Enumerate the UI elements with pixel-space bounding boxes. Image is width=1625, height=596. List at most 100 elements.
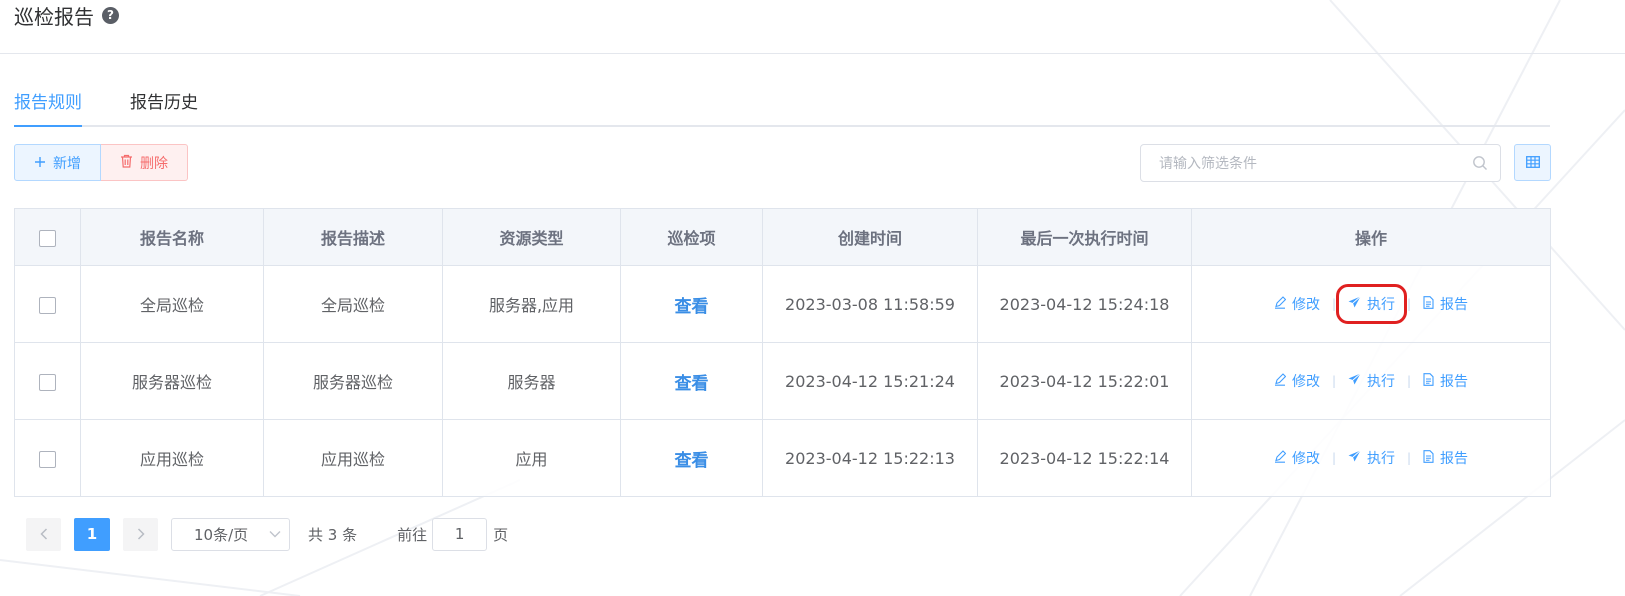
row-select-cell (14, 342, 81, 420)
table-header-row: 报告名称 报告描述 资源类型 巡检项 创建时间 最后一次执行时间 操作 (14, 208, 1551, 266)
report-name-cell: 服务器巡检 (80, 342, 264, 420)
last-run-time-cell: 2023-04-12 15:22:01 (977, 342, 1192, 420)
page-size-value: 10条/页 (194, 525, 249, 544)
column-header: 报告描述 (263, 208, 443, 266)
created-time-cell: 2023-04-12 15:22:13 (762, 419, 978, 497)
row-checkbox[interactable] (39, 296, 56, 314)
report-button[interactable]: 报告 (1421, 448, 1470, 468)
view-items-link[interactable]: 查看 (675, 451, 709, 471)
op-label: 报告 (1440, 297, 1469, 313)
created-time-cell: 2023-04-12 15:21:24 (762, 342, 978, 420)
edit-icon (1274, 295, 1292, 313)
send-icon (1348, 373, 1367, 389)
chevron-left-icon (39, 528, 47, 540)
report-name-cell: 应用巡检 (80, 419, 264, 497)
plus-icon (34, 154, 46, 172)
chevron-down-icon (269, 531, 281, 538)
report-button[interactable]: 报告 (1421, 371, 1470, 391)
goto-unit: 页 (493, 525, 509, 544)
last-run-time-cell: 2023-04-12 15:24:18 (977, 265, 1192, 343)
row-select-cell (14, 265, 81, 343)
select-all-checkbox[interactable] (39, 229, 56, 247)
actions-cell: 修改 | 执行 | 报告 (1191, 342, 1551, 420)
column-header: 报告名称 (80, 208, 264, 266)
resource-type-cell: 服务器 (442, 342, 621, 420)
row-actions: 修改 | 执行 | 报告 (1192, 284, 1550, 324)
view-items-link[interactable]: 查看 (675, 374, 709, 394)
document-icon (1423, 295, 1440, 313)
created-time-cell: 2023-03-08 11:58:59 (762, 265, 978, 343)
tab-underline (14, 125, 1550, 127)
send-icon (1348, 296, 1367, 312)
question-circle-icon[interactable]: ? (102, 6, 119, 24)
view-items-link[interactable]: 查看 (675, 297, 709, 317)
page-number-button[interactable]: 1 (74, 517, 110, 551)
table-row: 应用巡检 应用巡检 应用 查看 2023-04-12 15:22:13 2023-04-1… (14, 419, 1551, 497)
column-header: 资源类型 (442, 208, 621, 266)
op-separator: | (1331, 297, 1336, 311)
last-run-time-cell: 2023-04-12 15:22:14 (977, 419, 1192, 497)
search-input[interactable] (1141, 145, 1461, 183)
report-rules-table: 报告名称 报告描述 资源类型 巡检项 创建时间 最后一次执行时间 操作 全局巡检… (14, 208, 1551, 497)
add-button-label: 新增 (53, 155, 81, 172)
report-desc-cell: 应用巡检 (263, 419, 443, 497)
op-label: 执行 (1367, 451, 1395, 467)
add-button[interactable]: 新增 (14, 144, 101, 181)
execute-button[interactable]: 执行 (1346, 371, 1397, 391)
page-header: 巡检报告 ? (14, 0, 119, 30)
edit-button[interactable]: 修改 (1272, 294, 1322, 314)
tab-report-history[interactable]: 报告历史 (130, 85, 198, 121)
row-actions: 修改 | 执行 | 报告 (1192, 448, 1550, 468)
op-separator: | (1407, 374, 1412, 388)
row-checkbox[interactable] (39, 373, 56, 391)
goto-page-input[interactable]: 1 (432, 517, 488, 551)
edit-icon (1274, 449, 1292, 467)
search-box (1140, 144, 1501, 183)
column-header: 操作 (1191, 208, 1551, 266)
header-divider (0, 53, 1625, 54)
execute-button[interactable]: 执行 (1346, 448, 1397, 468)
prev-page-button[interactable] (26, 517, 61, 551)
pagination: 1 10条/页 共 3 条 前往 1 页 (26, 517, 508, 551)
chevron-right-icon (137, 528, 145, 540)
row-checkbox[interactable] (39, 450, 56, 468)
op-separator: | (1331, 451, 1336, 465)
op-separator: | (1407, 451, 1412, 465)
table-grid-icon (1525, 153, 1540, 172)
trash-icon (120, 154, 133, 172)
op-label: 修改 (1291, 374, 1320, 390)
edit-button[interactable]: 修改 (1272, 371, 1322, 391)
row-select-cell (14, 419, 81, 497)
inspection-items-cell: 查看 (620, 265, 763, 343)
op-label: 修改 (1291, 451, 1320, 467)
resource-type-cell: 应用 (442, 419, 621, 497)
resource-type-cell: 服务器,应用 (442, 265, 621, 343)
row-actions: 修改 | 执行 | 报告 (1192, 371, 1550, 391)
table-row: 服务器巡检 服务器巡检 服务器 查看 2023-04-12 15:21:24 2023-0… (14, 342, 1551, 420)
send-icon (1348, 450, 1367, 466)
edit-button[interactable]: 修改 (1272, 448, 1322, 468)
column-settings-button[interactable] (1514, 144, 1551, 181)
report-button[interactable]: 报告 (1421, 294, 1470, 314)
page-title: 巡检报告 (14, 4, 94, 29)
inspection-items-cell: 查看 (620, 342, 763, 420)
op-label: 执行 (1367, 297, 1395, 313)
execute-button[interactable]: 执行 (1336, 284, 1407, 324)
inspection-items-cell: 查看 (620, 419, 763, 497)
op-label: 执行 (1367, 374, 1395, 390)
column-header: 最后一次执行时间 (977, 208, 1192, 266)
op-separator: | (1331, 374, 1336, 388)
search-icon[interactable] (1472, 155, 1488, 171)
edit-icon (1274, 372, 1292, 390)
next-page-button[interactable] (123, 517, 158, 551)
actions-cell: 修改 | 执行 | 报告 (1191, 265, 1551, 343)
tab-report-rules[interactable]: 报告规则 (14, 85, 82, 121)
report-name-cell: 全局巡检 (80, 265, 264, 343)
op-label: 修改 (1291, 297, 1320, 313)
total-count: 共 3 条 (308, 525, 358, 544)
delete-button[interactable]: 删除 (101, 144, 188, 181)
goto-label: 前往 (397, 525, 428, 544)
column-header: 创建时间 (762, 208, 978, 266)
page-size-select[interactable]: 10条/页 (171, 517, 290, 551)
tab-bar: 报告规则 报告历史 (14, 85, 1550, 127)
